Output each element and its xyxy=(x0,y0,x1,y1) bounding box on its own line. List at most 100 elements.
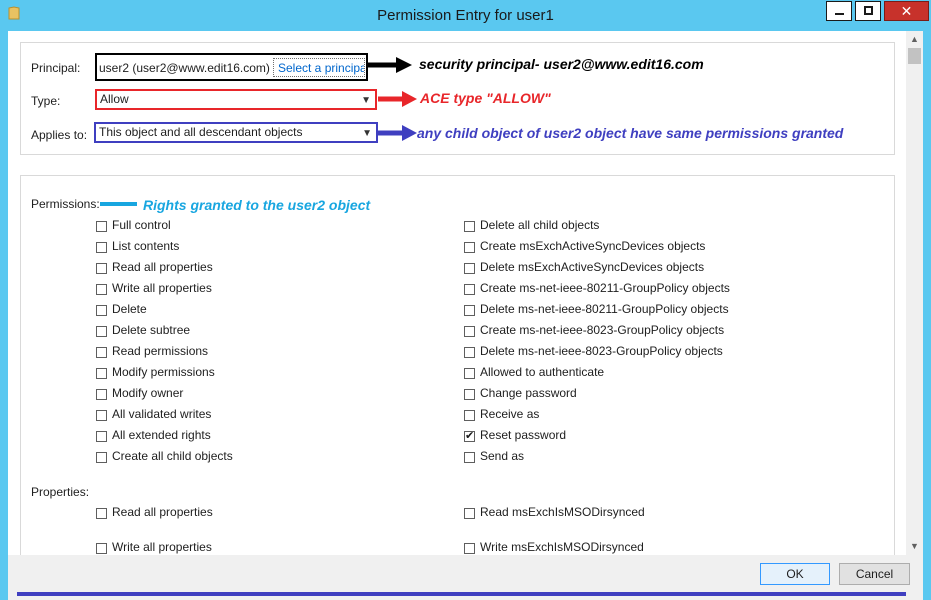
checkbox-item[interactable]: Read all properties xyxy=(96,260,396,276)
checkbox-item[interactable]: Create all child objects xyxy=(96,449,396,465)
checkbox[interactable] xyxy=(96,242,107,253)
checkbox-label: Read all properties xyxy=(112,505,213,519)
minimize-button[interactable] xyxy=(826,1,852,21)
checkbox-label: Write msExchIsMSODirsynced xyxy=(480,540,644,554)
checkbox-item[interactable]: Read all properties xyxy=(96,505,396,521)
checkbox-item[interactable]: Write all properties xyxy=(96,281,396,297)
cancel-button[interactable]: Cancel xyxy=(839,563,910,585)
checkbox-item[interactable]: Send as xyxy=(464,449,764,465)
applies-to-select[interactable]: This object and all descendant objects ▼ xyxy=(94,122,378,143)
type-annotation: ACE type "ALLOW" xyxy=(420,90,551,106)
checkbox[interactable] xyxy=(96,452,107,463)
type-value: Allow xyxy=(100,92,129,106)
checkbox-item[interactable]: Write msExchIsMSODirsynced xyxy=(464,540,764,556)
checkbox-item[interactable]: Receive as xyxy=(464,407,764,423)
checkbox[interactable] xyxy=(464,242,475,253)
checkbox-item[interactable]: Modify owner xyxy=(96,386,396,402)
vertical-scrollbar[interactable]: ▲ ▼ xyxy=(906,31,923,555)
scrollbar-thumb[interactable] xyxy=(908,48,921,64)
maximize-button[interactable] xyxy=(855,1,881,21)
checkbox-label: Create ms-net-ieee-80211-GroupPolicy obj… xyxy=(480,281,730,295)
checkbox-item[interactable]: Delete all child objects xyxy=(464,218,764,234)
checkbox[interactable] xyxy=(464,305,475,316)
checkbox[interactable] xyxy=(464,263,475,274)
checkbox-item[interactable]: Change password xyxy=(464,386,764,402)
checkbox-label: Delete ms-net-ieee-80211-GroupPolicy obj… xyxy=(480,302,729,316)
checkbox-item[interactable]: Delete ms-net-ieee-8023-GroupPolicy obje… xyxy=(464,344,764,360)
checkbox-item[interactable]: Create ms-net-ieee-8023-GroupPolicy obje… xyxy=(464,323,764,339)
checkbox-item[interactable]: Read permissions xyxy=(96,344,396,360)
select-principal-link[interactable]: Select a principa xyxy=(278,61,364,75)
checkbox-item[interactable]: Modify permissions xyxy=(96,365,396,381)
checkbox[interactable] xyxy=(96,263,107,274)
checkbox-label: Receive as xyxy=(480,407,540,421)
checkbox[interactable] xyxy=(464,221,475,232)
checkbox[interactable] xyxy=(464,347,475,358)
window-frame-left xyxy=(0,31,8,600)
applies-to-value: This object and all descendant objects xyxy=(99,125,303,139)
checkbox[interactable] xyxy=(464,389,475,400)
checkbox-label: Delete msExchActiveSyncDevices objects xyxy=(480,260,705,274)
checkbox-label: Create all child objects xyxy=(112,449,233,463)
checkbox-item[interactable]: Write all properties xyxy=(96,540,396,556)
close-button[interactable]: ✕ xyxy=(884,1,929,21)
checkbox-item[interactable]: List contents xyxy=(96,239,396,255)
checkbox-label: All extended rights xyxy=(112,428,211,442)
checkbox-item[interactable]: Create msExchActiveSyncDevices objects xyxy=(464,239,764,255)
checkbox[interactable] xyxy=(464,508,475,519)
maximize-icon xyxy=(864,6,873,15)
checkbox[interactable] xyxy=(96,221,107,232)
arrow-annotation-applies-to xyxy=(378,125,417,141)
scroll-up-icon[interactable]: ▲ xyxy=(906,31,923,48)
checkbox-item[interactable]: Full control xyxy=(96,218,396,234)
checkbox-label: Delete xyxy=(112,302,147,316)
bottom-focus-line xyxy=(17,592,906,596)
checkbox[interactable] xyxy=(96,326,107,337)
checkbox-item[interactable]: Delete msExchActiveSyncDevices objects xyxy=(464,260,764,276)
checkbox[interactable] xyxy=(464,410,475,421)
checkbox-label: Delete all child objects xyxy=(480,218,600,232)
checkbox[interactable] xyxy=(96,305,107,316)
type-select[interactable]: Allow ▼ xyxy=(95,89,377,110)
checkbox-label: Modify owner xyxy=(112,386,184,400)
checkbox[interactable] xyxy=(96,508,107,519)
arrow-annotation-principal xyxy=(368,57,412,73)
checkbox-item[interactable]: Delete ms-net-ieee-80211-GroupPolicy obj… xyxy=(464,302,764,318)
checkbox-label: Read msExchIsMSODirsynced xyxy=(480,505,645,519)
checkbox-item[interactable]: Delete subtree xyxy=(96,323,396,339)
properties-label: Properties: xyxy=(31,485,90,499)
checkbox[interactable] xyxy=(96,389,107,400)
checkbox[interactable] xyxy=(96,347,107,358)
checkbox[interactable] xyxy=(96,410,107,421)
checkbox-item[interactable]: Create ms-net-ieee-80211-GroupPolicy obj… xyxy=(464,281,764,297)
checkbox-item[interactable]: Reset password xyxy=(464,428,764,444)
checkbox-item[interactable]: Read msExchIsMSODirsynced xyxy=(464,505,764,521)
checkbox[interactable] xyxy=(464,284,475,295)
checkbox-item[interactable]: All validated writes xyxy=(96,407,396,423)
scroll-down-icon[interactable]: ▼ xyxy=(906,538,923,555)
checkbox-item[interactable]: Allowed to authenticate xyxy=(464,365,764,381)
checkbox-label: Allowed to authenticate xyxy=(480,365,605,379)
ok-button[interactable]: OK xyxy=(760,563,830,585)
checkbox[interactable] xyxy=(96,284,107,295)
permissions-label: Permissions: xyxy=(31,197,100,211)
checkbox[interactable] xyxy=(464,452,475,463)
checkbox[interactable] xyxy=(96,368,107,379)
checkbox[interactable] xyxy=(464,543,475,554)
checkbox-label: Delete ms-net-ieee-8023-GroupPolicy obje… xyxy=(480,344,723,358)
checkbox[interactable] xyxy=(96,431,107,442)
checkbox-item[interactable]: All extended rights xyxy=(96,428,396,444)
permissions-annotation: Rights granted to the user2 object xyxy=(143,197,371,213)
checkbox-item[interactable]: Delete xyxy=(96,302,396,318)
checkbox-label: List contents xyxy=(112,239,180,253)
checkbox-label: Write all properties xyxy=(112,281,212,295)
checkbox-label: Write all properties xyxy=(112,540,212,554)
checkbox[interactable] xyxy=(464,326,475,337)
checkbox[interactable] xyxy=(96,543,107,554)
window-title: Permission Entry for user1 xyxy=(377,7,554,24)
principal-annotation: security principal- user2@www.edit16.com xyxy=(419,56,704,72)
checkbox-checked[interactable] xyxy=(464,429,475,442)
checkbox-label: Read permissions xyxy=(112,344,209,358)
applies-to-annotation: any child object of user2 object have sa… xyxy=(417,125,844,141)
checkbox[interactable] xyxy=(464,368,475,379)
